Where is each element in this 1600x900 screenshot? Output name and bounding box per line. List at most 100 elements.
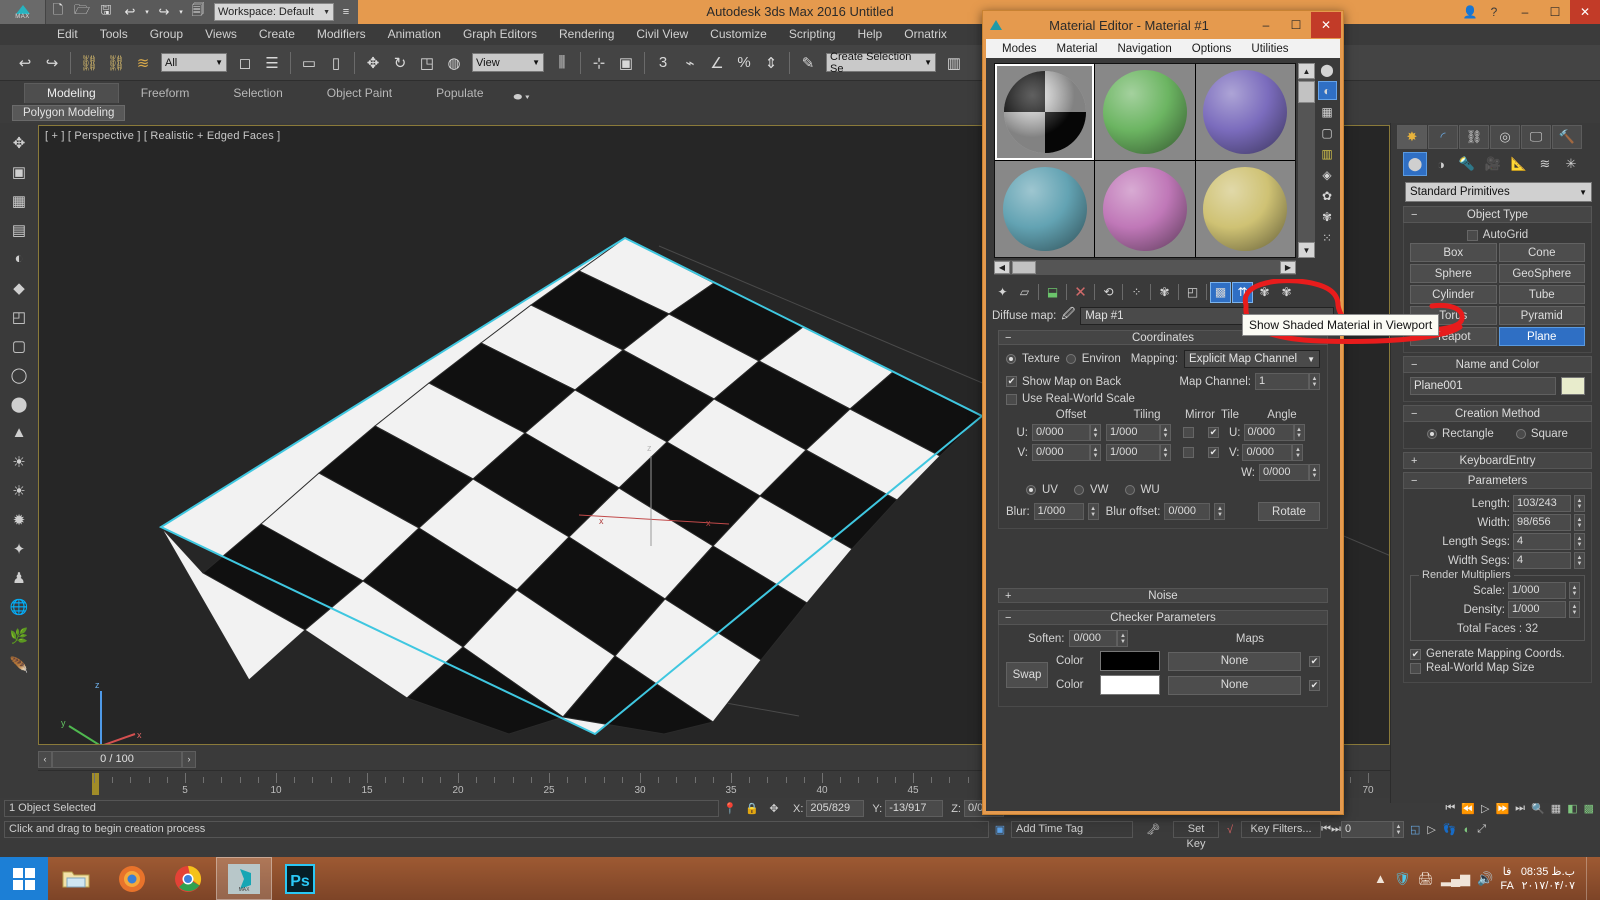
- systems-icon[interactable]: ✳: [1559, 152, 1583, 176]
- select-link-icon[interactable]: ⛓: [76, 49, 102, 77]
- edit-named-selection-icon[interactable]: ✎: [795, 49, 821, 77]
- checker-color-swatch-1[interactable]: [1100, 675, 1160, 695]
- menu-item-tools[interactable]: Tools: [89, 24, 139, 45]
- play-animation-icon[interactable]: ▷: [1481, 802, 1489, 815]
- bind-space-warp-icon[interactable]: ≋: [130, 49, 156, 77]
- param-width-field[interactable]: 98/656: [1513, 514, 1571, 531]
- blur-offset-field[interactable]: 0/000: [1164, 503, 1211, 520]
- ribbon-tab-object-paint[interactable]: Object Paint: [305, 84, 414, 103]
- material-id-channel-icon[interactable]: ⁙: [1318, 228, 1337, 247]
- time-tag-icon[interactable]: ▣: [989, 823, 1011, 836]
- mapping-combo[interactable]: Explicit Map Channel ▼: [1184, 350, 1320, 368]
- lights-icon[interactable]: 🔦: [1455, 152, 1479, 176]
- min-max-toggle-icon[interactable]: ◱: [1410, 823, 1420, 836]
- angle-field-1[interactable]: 0/000: [1242, 444, 1293, 461]
- angle-spinner-0[interactable]: ▲ ▼: [1293, 424, 1305, 441]
- material-editor-minimize[interactable]: –: [1251, 12, 1281, 38]
- save-icon[interactable]: 🖫: [94, 1, 118, 23]
- checker-map-button-0[interactable]: None: [1168, 651, 1301, 671]
- mirror-checkbox-1[interactable]: [1183, 447, 1194, 458]
- menu-item-help[interactable]: Help: [847, 24, 894, 45]
- chevron-down-icon[interactable]: ⬬ ▾: [514, 92, 530, 103]
- rectangular-region-icon[interactable]: ▭: [296, 49, 322, 77]
- previous-frame-button[interactable]: ‹: [38, 750, 52, 768]
- helpers-icon[interactable]: 📐: [1507, 152, 1531, 176]
- square-radio[interactable]: [1515, 429, 1526, 439]
- material-slot-6-khaki[interactable]: [1195, 161, 1295, 257]
- sun-icon[interactable]: ☀: [5, 477, 33, 504]
- material-editor-titlebar[interactable]: Material Editor - Material #1 – ☐ ✕: [983, 11, 1343, 39]
- key-mode-icon[interactable]: ⏮⏭: [1321, 823, 1341, 836]
- material-editor-window[interactable]: Material Editor - Material #1 – ☐ ✕ Mode…: [982, 10, 1344, 815]
- zoom-extents-icon[interactable]: ◧: [1567, 802, 1577, 815]
- biped-icon[interactable]: ♟: [5, 564, 33, 591]
- grass-icon[interactable]: 🌿: [5, 622, 33, 649]
- tile-checkbox-1[interactable]: ✔: [1208, 447, 1219, 458]
- param-width-spinner[interactable]: ▲ ▼: [1574, 514, 1585, 531]
- layer-manager-icon[interactable]: ▣: [613, 49, 639, 77]
- mirror-checkbox-0[interactable]: [1183, 427, 1194, 438]
- mirror-tool-icon[interactable]: ▥: [941, 49, 967, 77]
- get-material-icon[interactable]: ✦: [992, 282, 1013, 303]
- render-density-spinner[interactable]: ▲ ▼: [1569, 601, 1580, 618]
- blur-offset-spinner[interactable]: ▲ ▼: [1214, 503, 1226, 520]
- light-icon[interactable]: ☀: [5, 448, 33, 475]
- sample-uv-tiling-icon[interactable]: ▢: [1318, 123, 1337, 142]
- show-end-result-icon[interactable]: ⇈: [1232, 281, 1253, 303]
- project-folder-icon[interactable]: 🗐: [186, 1, 210, 23]
- taskbar-clock[interactable]: 08:35 ب.ظ ۲۰۱۷/۰۴/۰۷: [1521, 865, 1579, 893]
- go-to-parent-icon[interactable]: ✾: [1254, 282, 1275, 303]
- param-length-segs-field[interactable]: 4: [1513, 533, 1571, 550]
- param-width-segs-spinner[interactable]: ▲ ▼: [1574, 552, 1585, 569]
- rotate-button[interactable]: Rotate: [1258, 502, 1320, 521]
- select-move-icon[interactable]: ✥: [360, 49, 386, 77]
- object-type-button-cylinder[interactable]: Cylinder: [1410, 285, 1497, 304]
- blur-spinner[interactable]: ▲ ▼: [1087, 503, 1099, 520]
- soften-field[interactable]: 0/000: [1069, 630, 1118, 647]
- primitives-dropdown[interactable]: Standard Primitives ▼: [1405, 182, 1592, 202]
- environ-radio[interactable]: [1065, 354, 1076, 364]
- named-selection-combo[interactable]: Create Selection Se ▼: [826, 51, 936, 75]
- auto-key-icon[interactable]: 🗝: [1133, 823, 1173, 836]
- scroll-up-icon[interactable]: ▲: [1298, 63, 1315, 79]
- helper-icon[interactable]: ◐: [5, 245, 33, 272]
- hierarchy-tab-icon[interactable]: ⛓: [1459, 125, 1489, 149]
- new-file-icon[interactable]: 🗋: [46, 1, 70, 23]
- menu-item-customize[interactable]: Customize: [699, 24, 778, 45]
- modify-tab-icon[interactable]: ◜: [1428, 125, 1458, 149]
- previous-frame-icon[interactable]: ⏪: [1461, 802, 1475, 815]
- grid-icon[interactable]: ▦: [5, 187, 33, 214]
- make-material-copy-icon[interactable]: ⟲: [1098, 282, 1119, 303]
- real-world-map-size-checkbox[interactable]: [1410, 662, 1421, 674]
- window-crossing-icon[interactable]: ▯: [323, 49, 349, 77]
- show-map-on-back-checkbox[interactable]: ✔: [1006, 376, 1017, 387]
- qat-overflow-icon[interactable]: ≡: [334, 1, 358, 23]
- offset-field-1[interactable]: 0/000: [1032, 444, 1090, 461]
- generate-mapping-coords-checkbox[interactable]: ✔: [1410, 648, 1421, 660]
- sample-type-icon[interactable]: ⬤: [1318, 60, 1337, 79]
- spinner-snap-icon[interactable]: ⇕: [758, 49, 784, 77]
- angle-w-field[interactable]: 0/000: [1259, 464, 1309, 481]
- utilities-tab-icon[interactable]: 🔨: [1552, 125, 1582, 149]
- array-icon[interactable]: ◰: [5, 303, 33, 330]
- put-to-library-icon[interactable]: ✾: [1154, 282, 1175, 303]
- ribbon-tab-selection[interactable]: Selection: [211, 84, 304, 103]
- material-effects-channel-icon[interactable]: ◰: [1182, 282, 1203, 303]
- object-type-button-plane[interactable]: Plane: [1498, 327, 1585, 346]
- show-shaded-material-in-viewport-icon[interactable]: ▩: [1210, 281, 1231, 303]
- current-frame-field[interactable]: 0 / 100: [52, 750, 182, 768]
- snap-magnet-icon[interactable]: ⌁: [677, 49, 703, 77]
- keyboard-entry-header[interactable]: + KeyboardEntry: [1403, 452, 1592, 469]
- object-name-field[interactable]: Plane001: [1410, 377, 1556, 395]
- unlink-icon[interactable]: ⛓: [103, 49, 129, 77]
- object-type-button-box[interactable]: Box: [1410, 243, 1497, 262]
- help-icon[interactable]: ?: [1482, 5, 1506, 19]
- object-type-button-sphere[interactable]: Sphere: [1410, 264, 1497, 283]
- object-type-button-cone[interactable]: Cone: [1498, 243, 1585, 262]
- angle-w-spinner[interactable]: ▲ ▼: [1309, 464, 1320, 481]
- material-slot-5-magenta[interactable]: [1095, 161, 1195, 257]
- uv-radio[interactable]: [1026, 485, 1036, 495]
- parameters-header[interactable]: − Parameters: [1403, 472, 1592, 489]
- coord-y-field[interactable]: -13/917: [885, 800, 944, 817]
- material-slot-2-green[interactable]: [1095, 64, 1195, 160]
